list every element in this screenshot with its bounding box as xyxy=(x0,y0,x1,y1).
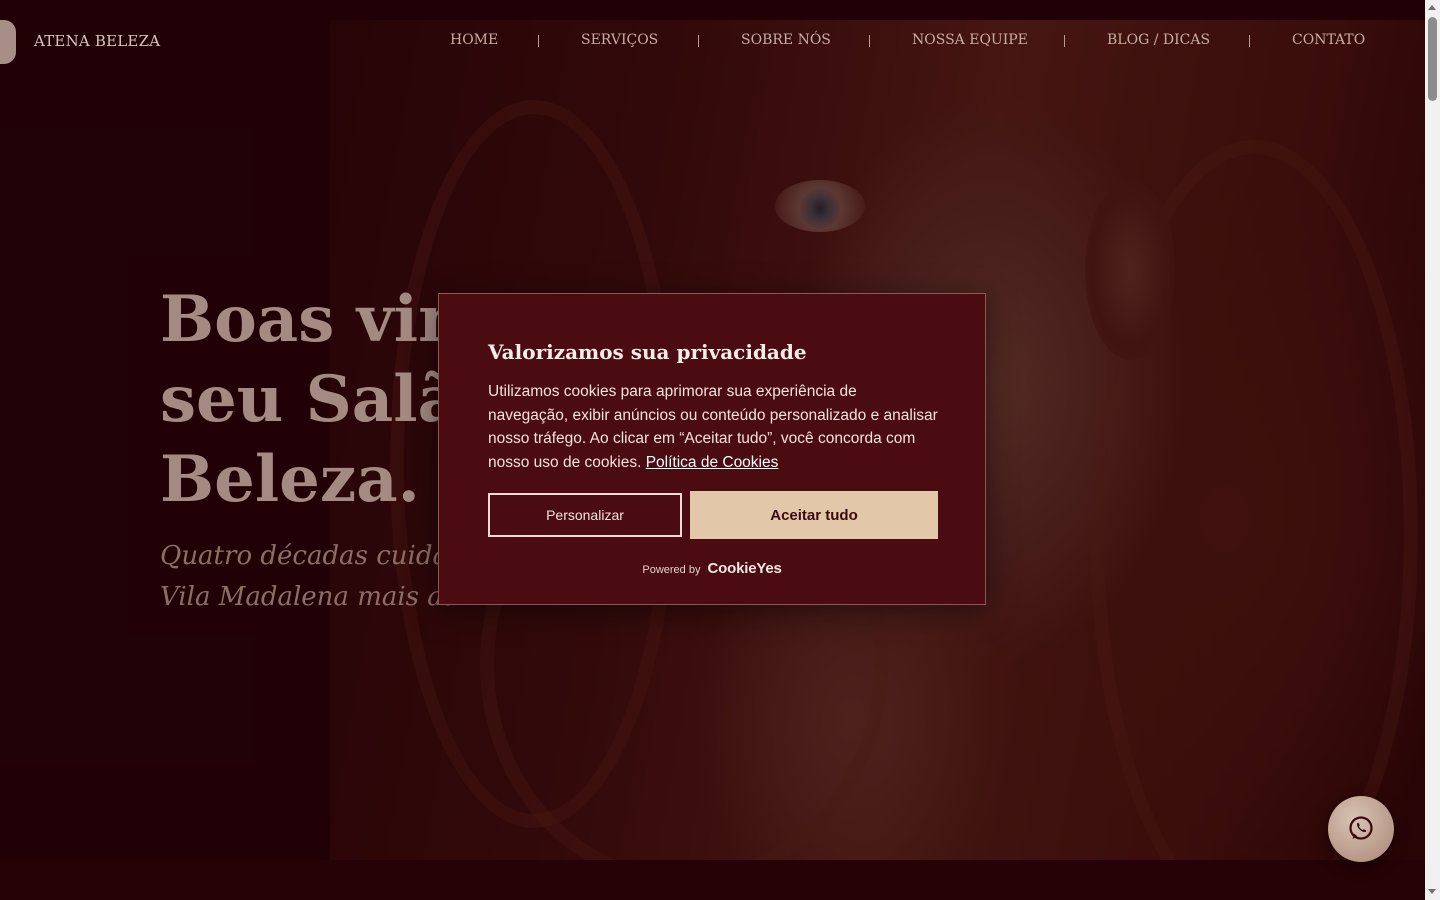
whatsapp-icon xyxy=(1349,816,1373,840)
powered-by-label: Powered by xyxy=(642,564,701,576)
bust-logo-icon[interactable] xyxy=(0,20,16,64)
hero-title-line: Boas vin xyxy=(160,282,465,357)
nav-item-sobre-nos[interactable]: SOBRE NÓS xyxy=(741,32,831,48)
scrollbar-thumb[interactable] xyxy=(1428,17,1437,101)
cookie-consent-dialog: Valorizamos sua privacidade Utilizamos c… xyxy=(438,293,986,605)
nav-item-home[interactable]: HOME xyxy=(450,32,498,48)
nav-item-nossa-equipe[interactable]: NOSSA EQUIPE xyxy=(912,32,1028,48)
nav-separator xyxy=(869,35,870,47)
hero-title-line: seu Salã xyxy=(160,362,460,437)
page-scrollbar[interactable] xyxy=(1425,0,1440,900)
accept-all-button[interactable]: Aceitar tudo xyxy=(690,491,938,539)
nav-item-contato[interactable]: CONTATO xyxy=(1292,32,1365,48)
cookie-policy-link[interactable]: Política de Cookies xyxy=(646,454,779,471)
hero-bottom-strip xyxy=(0,860,1425,900)
whatsapp-button[interactable] xyxy=(1328,796,1394,862)
cookie-dialog-text: Utilizamos cookies para aprimorar sua ex… xyxy=(488,380,940,474)
nav-separator xyxy=(1064,35,1065,47)
hero-title-line: Beleza. xyxy=(160,442,420,517)
nav-separator xyxy=(538,35,539,47)
site-header: ATENA BELEZA HOME SERVIÇOS SOBRE NÓS NOS… xyxy=(0,0,1425,84)
nav-item-blog[interactable]: BLOG / DICAS xyxy=(1107,32,1210,48)
nav-item-servicos[interactable]: SERVIÇOS xyxy=(581,32,658,48)
cookie-dialog-title: Valorizamos sua privacidade xyxy=(488,340,807,364)
hero-subtitle-line: Vila Madalena mais adm xyxy=(160,582,485,612)
customize-cookies-button[interactable]: Personalizar xyxy=(488,493,682,537)
brand-name[interactable]: ATENA BELEZA xyxy=(34,32,160,50)
nav-separator xyxy=(698,35,699,47)
scroll-down-icon[interactable] xyxy=(1428,889,1436,894)
scroll-up-icon[interactable] xyxy=(1428,5,1436,10)
cookieyes-logo[interactable]: CookieYes xyxy=(708,560,782,577)
nav-separator xyxy=(1249,35,1250,47)
powered-by: Powered by CookieYes xyxy=(439,560,985,577)
